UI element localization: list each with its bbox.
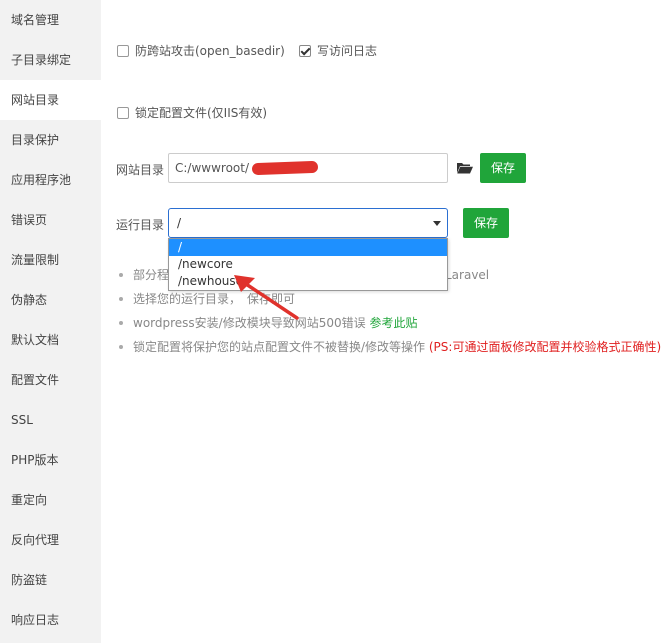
run-dir-label: 运行目录 xyxy=(116,218,165,232)
redaction-scribble xyxy=(251,160,319,176)
sidebar-item-default-doc[interactable]: 默认文档 xyxy=(0,320,101,360)
run-dir-select[interactable]: / xyxy=(168,208,448,238)
tip-warning: (PS:可通过面板修改配置并校验格式正确性) xyxy=(428,340,662,354)
access-log-checkbox[interactable] xyxy=(299,44,311,57)
sidebar-item-ssl[interactable]: SSL xyxy=(0,400,101,440)
tip-item: 选择您的运行目录，保存即可 xyxy=(115,290,661,314)
sidebar-item-dir-protect[interactable]: 目录保护 xyxy=(0,120,101,160)
run-dir-option[interactable]: /newhouse xyxy=(169,273,447,290)
sidebar-item-reverse-proxy[interactable]: 反向代理 xyxy=(0,520,101,560)
run-dir-save-button[interactable]: 保存 xyxy=(463,208,509,238)
access-log-label: 写访问日志 xyxy=(317,44,378,58)
site-dir-value: C:/wwwroot/ xyxy=(175,161,250,175)
sidebar-item-rewrite[interactable]: 伪静态 xyxy=(0,280,101,320)
run-dir-option[interactable]: / xyxy=(169,239,447,256)
sidebar-item-php-version[interactable]: PHP版本 xyxy=(0,440,101,480)
tip-item: wordpress安装/修改模块导致网站500错误 参考此贴 xyxy=(115,314,661,338)
site-dir-label: 网站目录 xyxy=(116,163,165,177)
tip-item: 锁定配置将保护您的站点配置文件不被替换/修改等操作 (PS:可通过面板修改配置并… xyxy=(115,338,661,362)
access-log-option[interactable]: 写访问日志 xyxy=(299,42,377,59)
chevron-down-icon xyxy=(433,221,441,226)
tip-tail: Laravel xyxy=(445,268,490,282)
run-dir-option[interactable]: /newcore xyxy=(169,256,447,273)
sidebar-item-config-file[interactable]: 配置文件 xyxy=(0,360,101,400)
site-dir-input[interactable]: C:/wwwroot/ xyxy=(168,153,448,183)
sidebar-item-hotlink[interactable]: 防盗链 xyxy=(0,560,101,600)
main-panel: 防跨站攻击(open_basedir) 写访问日志 锁定配置文件(仅IIS有效)… xyxy=(101,0,665,643)
lock-config-option[interactable]: 锁定配置文件(仅IIS有效) xyxy=(117,104,267,121)
sidebar-item-domain[interactable]: 域名管理 xyxy=(0,0,101,40)
folder-open-icon[interactable] xyxy=(457,162,473,174)
open-basedir-label: 防跨站攻击(open_basedir) xyxy=(135,44,285,58)
annotation-arrow-icon xyxy=(234,275,299,320)
tip-text: 部分程 xyxy=(133,268,170,282)
sidebar-item-site-dir[interactable]: 网站目录 xyxy=(0,80,101,120)
run-dir-dropdown: / /newcore /newhouse xyxy=(168,238,448,291)
run-dir-selected: / xyxy=(177,216,182,230)
open-basedir-checkbox[interactable] xyxy=(117,44,129,57)
lock-config-label: 锁定配置文件(仅IIS有效) xyxy=(135,106,268,120)
lock-config-checkbox[interactable] xyxy=(117,106,129,119)
sidebar-item-error-page[interactable]: 错误页 xyxy=(0,200,101,240)
sidebar-item-redirect[interactable]: 重定向 xyxy=(0,480,101,520)
sidebar-item-traffic-limit[interactable]: 流量限制 xyxy=(0,240,101,280)
tip-text: 选择您的运行目录， xyxy=(133,292,242,306)
sidebar-item-response-log[interactable]: 响应日志 xyxy=(0,600,101,640)
sidebar: 域名管理 子目录绑定 网站目录 目录保护 应用程序池 错误页 流量限制 伪静态 … xyxy=(0,0,101,643)
tip-text: 锁定配置将保护您的站点配置文件不被替换/修改等操作 xyxy=(133,340,426,354)
sidebar-item-app-pool[interactable]: 应用程序池 xyxy=(0,160,101,200)
sidebar-item-subdir[interactable]: 子目录绑定 xyxy=(0,40,101,80)
reference-link[interactable]: 参考此贴 xyxy=(369,316,417,330)
site-dir-save-button[interactable]: 保存 xyxy=(480,153,526,183)
open-basedir-option[interactable]: 防跨站攻击(open_basedir) xyxy=(117,42,285,59)
